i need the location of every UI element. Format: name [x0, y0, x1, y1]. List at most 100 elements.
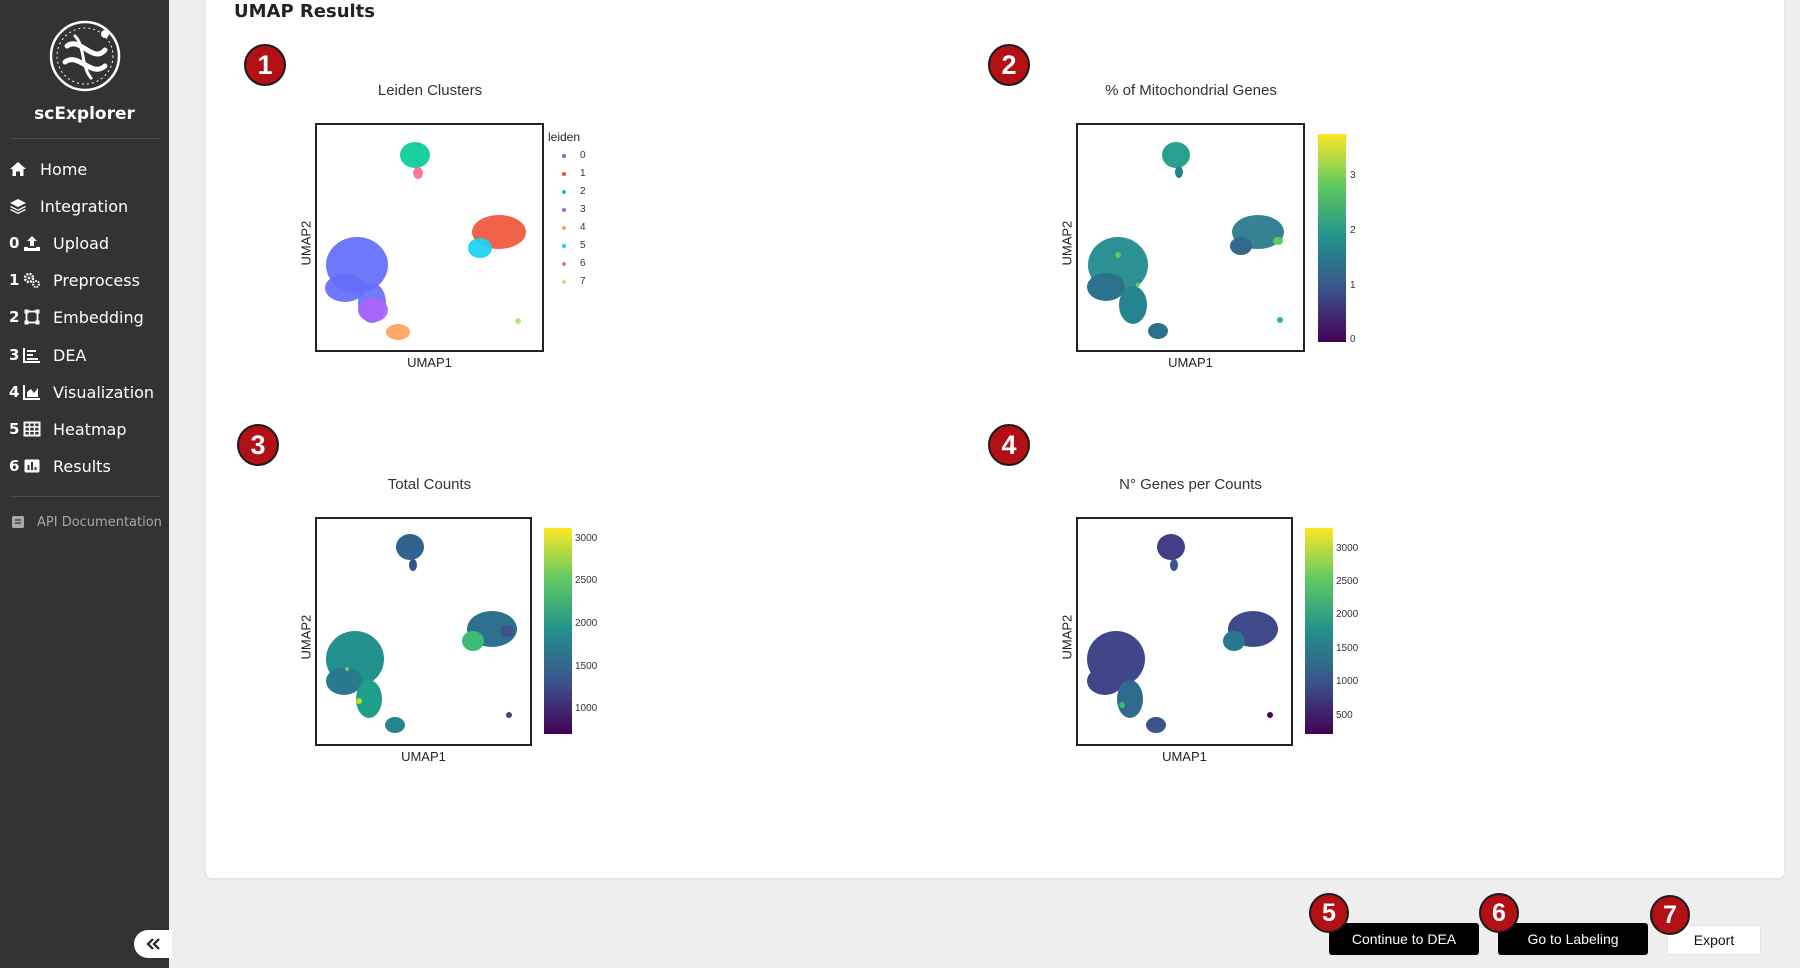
step-number: 4: [9, 383, 20, 401]
sidebar-item-label: Embedding: [53, 307, 144, 327]
step-number: 2: [9, 308, 20, 326]
sidebar-item-label: Integration: [40, 196, 129, 216]
umap-scatter-genes-per-counts: [1087, 534, 1278, 733]
step-badge: 4: [988, 424, 1030, 466]
colorbar: [544, 528, 572, 734]
legend-label: 2: [580, 186, 586, 197]
sidebar-item-heatmap[interactable]: 5 Heatmap: [0, 412, 169, 446]
step-badge: 3: [237, 424, 279, 466]
legend-label: 3: [580, 204, 586, 215]
step-number: 3: [9, 346, 20, 364]
colorbar-tick: 2500: [575, 575, 598, 586]
colorbar-tick: 3000: [1336, 543, 1359, 554]
colorbar-tick: 1500: [575, 661, 598, 672]
sidebar-item-embedding[interactable]: 2 Embedding: [0, 300, 169, 334]
brand-name: scExplorer: [34, 104, 135, 124]
sidebar-item-home[interactable]: Home: [0, 152, 169, 186]
sidebar-item-label: Upload: [53, 233, 110, 253]
umap-scatter-total-counts: [326, 534, 517, 733]
scexplorer-logo-icon: [49, 20, 121, 92]
plot-title: N° Genes per Counts: [1119, 476, 1262, 493]
colorbar-tick: 3000: [575, 533, 598, 544]
legend-swatch: [562, 207, 566, 212]
legend-label: 7: [580, 276, 586, 287]
colorbar-tick: 1500: [1336, 643, 1359, 654]
continue-to-dea-button[interactable]: Continue to DEA: [1329, 923, 1479, 955]
sidebar-divider: [10, 496, 160, 497]
results-icon: [23, 458, 41, 474]
sidebar-item-label: Heatmap: [53, 419, 127, 439]
step-number: 6: [9, 457, 20, 475]
legend-item: 3: [562, 204, 586, 215]
legend-swatch: [562, 171, 566, 176]
x-axis-label: UMAP1: [1168, 355, 1213, 370]
sidebar-item-dea[interactable]: 3 DEA: [0, 338, 169, 372]
legend-swatch: [562, 225, 566, 230]
legend-swatch: [562, 243, 566, 248]
layers-icon: [9, 198, 27, 214]
legend-swatch: [562, 189, 566, 194]
step-number: 1: [9, 271, 20, 289]
y-axis-label: UMAP2: [1059, 614, 1075, 660]
double-chevron-left-icon: [146, 938, 160, 950]
colorbar-tick: 0: [1350, 334, 1356, 345]
sidebar-item-visualization[interactable]: 4 Visualization: [0, 375, 169, 409]
legend-title: leiden: [548, 130, 581, 144]
collapse-sidebar-button[interactable]: [134, 930, 172, 958]
sidebar-item-api-documentation[interactable]: API Documentation: [9, 514, 162, 530]
colorbar-tick: 500: [1336, 710, 1353, 721]
legend-label: 5: [580, 240, 586, 251]
umap-plot-mito: [1076, 123, 1305, 352]
colorbar: [1305, 528, 1333, 734]
legend-item: 6: [562, 258, 586, 269]
step-badge: 6: [1479, 893, 1519, 933]
gears-icon: [23, 272, 41, 288]
colorbar-tick: 1000: [575, 703, 598, 714]
step-badge: 5: [1309, 893, 1349, 933]
home-icon: [9, 161, 27, 177]
sidebar-item-preprocess[interactable]: 1 Preprocess: [0, 263, 169, 297]
x-axis-label: UMAP1: [407, 355, 452, 370]
x-axis-label: UMAP1: [401, 749, 446, 764]
vector-square-icon: [23, 309, 41, 325]
sidebar-item-results[interactable]: 6 Results: [0, 449, 169, 483]
umap-plot-genes-per-counts: [1076, 517, 1293, 746]
legend-item: 5: [562, 240, 586, 251]
sidebar-item-integration[interactable]: Integration: [0, 189, 169, 223]
colorbar: [1318, 134, 1346, 342]
y-axis-label: UMAP2: [298, 220, 314, 266]
step-badge: 7: [1650, 895, 1690, 935]
page-title: UMAP Results: [234, 1, 376, 22]
legend-item: 1: [562, 168, 586, 179]
umap-scatter-leiden: [325, 142, 526, 340]
colorbar-tick: 2: [1350, 225, 1356, 236]
umap-plot-total-counts: [315, 517, 532, 746]
sidebar-item-upload[interactable]: 0 Upload: [0, 226, 169, 260]
sidebar-item-label: DEA: [53, 345, 87, 365]
legend-item: 4: [562, 222, 586, 233]
legend-label: 0: [580, 150, 586, 161]
y-axis-label: UMAP2: [1059, 220, 1075, 266]
legend-item: 7: [562, 276, 586, 287]
plot-title: Total Counts: [387, 476, 472, 493]
y-axis-label: UMAP2: [298, 614, 314, 660]
colorbar-tick: 3: [1350, 170, 1356, 181]
upload-icon: [23, 235, 41, 251]
umap-scatter-mito: [1087, 142, 1284, 339]
go-to-labeling-button[interactable]: Go to Labeling: [1498, 923, 1648, 955]
x-axis-label: UMAP1: [1162, 749, 1207, 764]
book-icon: [9, 514, 27, 530]
legend-swatch: [562, 261, 566, 266]
table-icon: [23, 421, 41, 437]
sidebar-item-label: Results: [53, 456, 111, 476]
legend-swatch: [562, 153, 566, 158]
area-chart-icon: [23, 384, 41, 400]
step-badge: 2: [988, 44, 1030, 86]
colorbar-tick: 1000: [1336, 676, 1359, 687]
colorbar-tick: 2000: [1336, 609, 1359, 620]
bar-chart-icon: [23, 347, 41, 363]
step-badge: 1: [244, 44, 286, 86]
legend-label: 1: [580, 168, 586, 179]
sidebar-divider: [10, 138, 160, 139]
colorbar-tick: 1: [1350, 280, 1356, 291]
